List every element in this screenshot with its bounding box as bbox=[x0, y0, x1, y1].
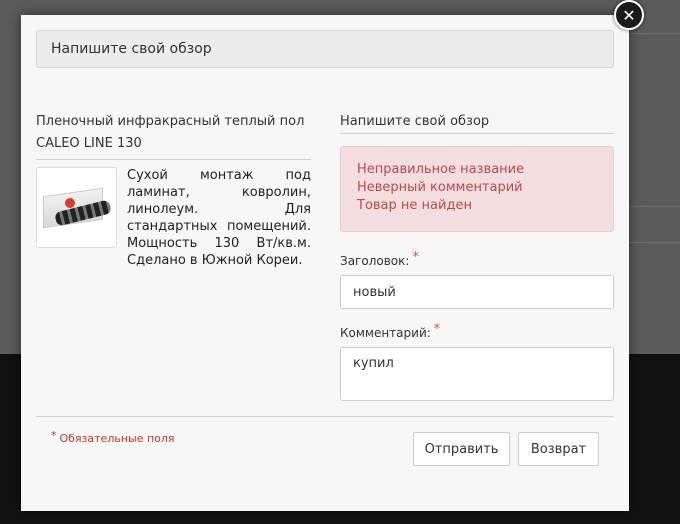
product-info: Сухой монтаж под ламинат, ковролин, лино… bbox=[36, 167, 311, 269]
required-star: * bbox=[412, 250, 419, 265]
footer-divider bbox=[36, 416, 614, 417]
close-icon[interactable]: ✕ bbox=[614, 0, 644, 30]
required-star: * bbox=[51, 429, 57, 442]
back-button[interactable]: Возврат bbox=[518, 432, 599, 466]
background-divider bbox=[630, 33, 680, 34]
review-modal: Напишите свой обзор Пленочный инфракрасн… bbox=[21, 15, 629, 511]
heading-label: Заголовок: * bbox=[340, 250, 419, 268]
modal-header: Напишите свой обзор bbox=[36, 30, 614, 68]
product-title: Пленочный инфракрасный теплый пол CALEO … bbox=[36, 111, 311, 160]
error-message: Товар не найден bbox=[357, 198, 472, 213]
background-divider bbox=[630, 242, 680, 243]
error-message: Неправильное название bbox=[357, 162, 525, 177]
submit-button[interactable]: Отправить bbox=[413, 432, 510, 466]
required-fields-note: * Обязательные поля bbox=[51, 429, 175, 445]
product-thumbnail[interactable] bbox=[36, 167, 117, 248]
background-divider bbox=[630, 206, 680, 207]
modal-title: Напишите свой обзор bbox=[51, 41, 212, 57]
error-alert: Неправильное название Неверный комментар… bbox=[340, 146, 614, 232]
review-form-title: Напишите свой обзор bbox=[340, 111, 614, 134]
heading-input[interactable] bbox=[340, 275, 614, 309]
comment-label: Комментарий: * bbox=[340, 322, 441, 340]
error-message: Неверный комментарий bbox=[357, 180, 523, 195]
required-star: * bbox=[433, 322, 441, 337]
comment-textarea[interactable]: купил bbox=[340, 347, 614, 401]
product-description: Сухой монтаж под ламинат, ковролин, лино… bbox=[127, 168, 311, 268]
